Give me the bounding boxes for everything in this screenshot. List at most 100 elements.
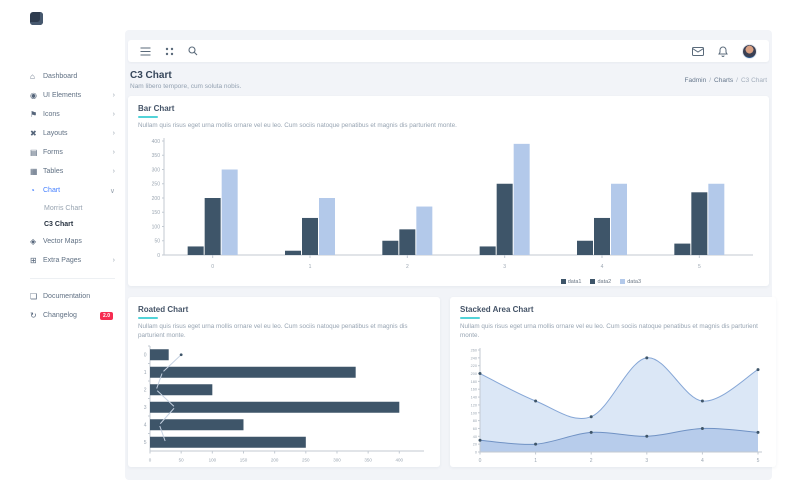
legend-item[interactable]: data3: [620, 279, 641, 285]
page-title: C3 Chart: [130, 70, 241, 81]
topbar: [128, 40, 769, 62]
sidebar-item-label: Dashboard: [43, 73, 125, 80]
svg-text:5: 5: [698, 264, 701, 270]
svg-text:1: 1: [309, 264, 312, 270]
app-root: ⌂ Dashboard ◉ UI Elements › ⚑ Icons › ✖ …: [0, 0, 800, 500]
sidebar-item-label: Documentation: [43, 293, 125, 300]
main-content: C3 Chart Nam libero tempore, cum soluta …: [125, 30, 772, 480]
sidebar-item-extra-pages[interactable]: ⊞ Extra Pages ›: [30, 251, 125, 270]
svg-text:250: 250: [302, 458, 310, 463]
chart-icon: ◔: [30, 186, 43, 195]
svg-text:4: 4: [144, 423, 147, 429]
sidebar-item-label: Chart: [43, 187, 110, 194]
svg-text:180: 180: [471, 380, 477, 384]
svg-text:300: 300: [333, 458, 341, 463]
svg-text:20: 20: [473, 443, 477, 447]
legend-swatch: [561, 279, 566, 284]
sidebar-item-vector-maps[interactable]: ◈ Vector Maps: [30, 232, 125, 251]
sidebar-item-documentation[interactable]: ❏ Documentation: [30, 287, 125, 306]
breadcrumb-separator: /: [709, 77, 711, 84]
icons-icon: ⚑: [30, 110, 43, 119]
svg-text:2: 2: [144, 388, 147, 394]
svg-text:3: 3: [144, 405, 147, 411]
stacked-area-chart-card: Stacked Area Chart Nullam quis risus ege…: [450, 297, 776, 467]
brand-logo[interactable]: [30, 12, 43, 25]
chevron-right-icon: ›: [113, 130, 125, 137]
sidebar-divider: [30, 278, 115, 279]
svg-text:200: 200: [471, 372, 477, 376]
sidebar-item-layouts[interactable]: ✖ Layouts ›: [30, 124, 125, 143]
sidebar-subitem-c3-chart[interactable]: C3 Chart: [30, 216, 125, 232]
card-title: Stacked Area Chart: [460, 305, 766, 314]
sidebar-item-dashboard[interactable]: ⌂ Dashboard: [30, 67, 125, 86]
sidebar-item-ui-elements[interactable]: ◉ UI Elements ›: [30, 86, 125, 105]
sidebar-subitem-morris-chart[interactable]: Morris Chart: [30, 200, 125, 216]
svg-text:260: 260: [471, 349, 477, 353]
svg-text:80: 80: [473, 419, 477, 423]
breadcrumb-section-link[interactable]: Charts: [714, 77, 733, 84]
legend-item[interactable]: data1: [561, 279, 582, 285]
bottom-row: Roated Chart Nullam quis risus eget urna…: [128, 297, 769, 467]
breadcrumb: Fadmin / Charts / C3 Chart: [685, 77, 767, 84]
svg-text:0: 0: [211, 264, 214, 270]
layouts-icon: ✖: [30, 129, 43, 138]
rotated-chart-svg: 012345050100150200250300350400: [138, 344, 430, 464]
svg-text:150: 150: [240, 458, 248, 463]
svg-text:300: 300: [152, 167, 161, 173]
svg-text:0: 0: [149, 458, 152, 463]
bell-icon[interactable]: [718, 46, 728, 57]
card-title: Bar Chart: [138, 104, 759, 113]
sidebar-item-chart[interactable]: ◔ Chart ∨: [30, 181, 125, 200]
sidebar-item-forms[interactable]: ▤ Forms ›: [30, 143, 125, 162]
search-icon[interactable]: [188, 46, 198, 56]
svg-text:200: 200: [152, 195, 161, 201]
mail-icon[interactable]: [692, 47, 704, 56]
chevron-down-icon: ∨: [110, 187, 125, 195]
version-badge: 2.0: [100, 312, 113, 320]
chevron-right-icon: ›: [113, 92, 125, 99]
legend-swatch: [590, 279, 595, 284]
card-title-underline: [138, 116, 158, 118]
card-description: Nullam quis risus eget urna mollis ornar…: [460, 323, 766, 340]
svg-text:1: 1: [144, 370, 147, 376]
sidebar-item-label: Changelog: [43, 312, 100, 319]
card-title-underline: [460, 317, 480, 319]
svg-text:240: 240: [471, 356, 477, 360]
apps-grid-icon[interactable]: [165, 47, 174, 56]
changelog-icon: ↻: [30, 311, 43, 320]
card-title: Roated Chart: [138, 305, 430, 314]
menu-toggle-icon[interactable]: [140, 47, 151, 56]
page-head: C3 Chart Nam libero tempore, cum soluta …: [130, 70, 767, 90]
sidebar-item-tables[interactable]: ▦ Tables ›: [30, 162, 125, 181]
sidebar-item-label: Forms: [43, 149, 113, 156]
sidebar-item-icons[interactable]: ⚑ Icons ›: [30, 105, 125, 124]
forms-icon: ▤: [30, 148, 43, 157]
svg-text:4: 4: [701, 458, 704, 464]
bar-chart-canvas: 050100150200250300350400012345: [138, 135, 759, 278]
svg-text:0: 0: [157, 252, 160, 258]
legend-item[interactable]: data2: [590, 279, 611, 285]
svg-text:250: 250: [152, 181, 161, 187]
rotated-chart-canvas: 012345050100150200250300350400: [138, 344, 430, 469]
user-avatar[interactable]: [742, 44, 757, 59]
sidebar-menu: ⌂ Dashboard ◉ UI Elements › ⚑ Icons › ✖ …: [30, 67, 125, 325]
stacked-area-chart-svg: 0204060801001201401601802002202402600123…: [460, 344, 766, 464]
svg-text:0: 0: [475, 451, 477, 455]
chevron-right-icon: ›: [113, 149, 125, 156]
svg-text:1: 1: [534, 458, 537, 464]
svg-text:4: 4: [601, 264, 604, 270]
svg-text:40: 40: [473, 435, 477, 439]
page-subtitle: Nam libero tempore, cum soluta nobis.: [130, 83, 241, 90]
svg-text:100: 100: [209, 458, 217, 463]
topbar-left: [140, 46, 198, 56]
breadcrumb-home-link[interactable]: Fadmin: [685, 77, 707, 84]
svg-text:350: 350: [364, 458, 372, 463]
svg-text:160: 160: [471, 388, 477, 392]
documentation-icon: ❏: [30, 292, 43, 301]
sidebar-item-changelog[interactable]: ↻ Changelog 2.0: [30, 306, 125, 325]
svg-text:3: 3: [645, 458, 648, 464]
extra-pages-icon: ⊞: [30, 256, 43, 265]
sidebar-item-label: Vector Maps: [43, 238, 125, 245]
stacked-area-chart-canvas: 0204060801001201401601802002202402600123…: [460, 344, 766, 469]
sidebar-subitem-label: C3 Chart: [44, 221, 73, 228]
